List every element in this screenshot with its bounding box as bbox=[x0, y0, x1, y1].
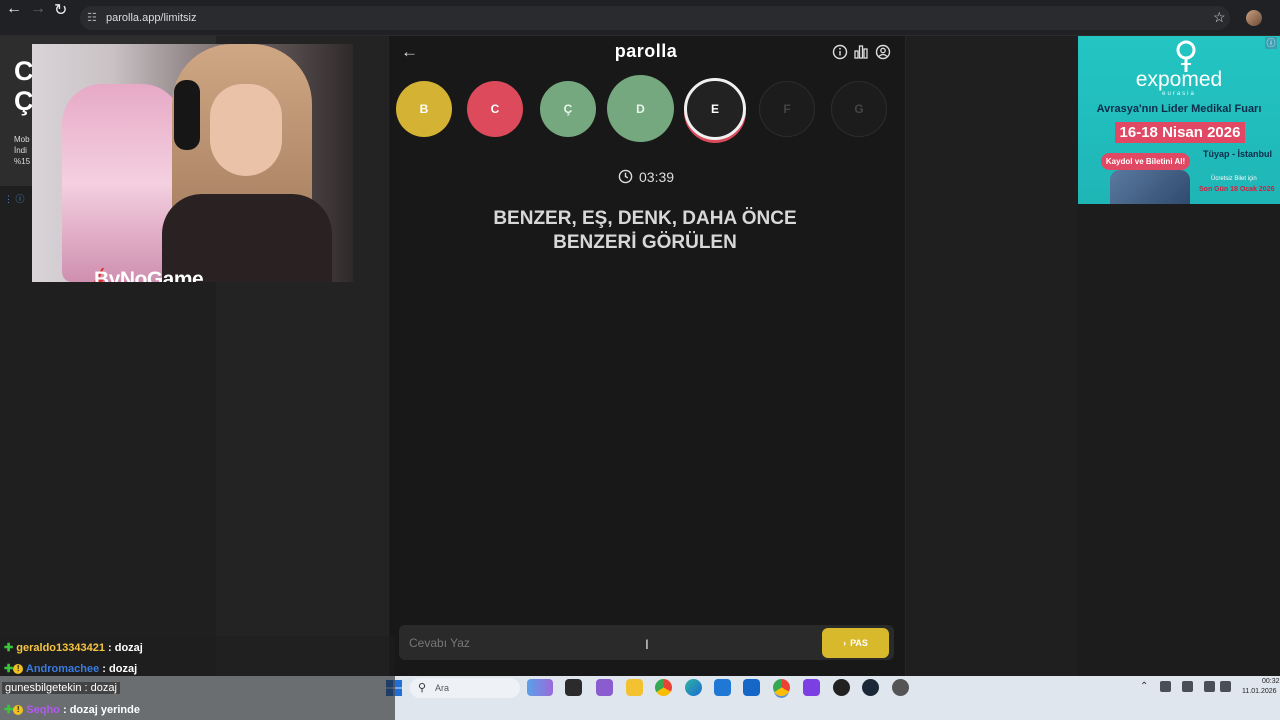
chat-message: ✚! Andromachee : dozaj bbox=[4, 663, 138, 675]
ad-machine-image bbox=[1110, 170, 1190, 204]
taskbar-search-box[interactable] bbox=[410, 678, 520, 698]
volume-icon[interactable] bbox=[1220, 681, 1231, 692]
profile-avatar[interactable] bbox=[1246, 10, 1262, 26]
ad-info-icon[interactable]: ⋮ ⓘ bbox=[4, 192, 25, 205]
chat-text: dozaj bbox=[114, 642, 143, 654]
store-icon[interactable] bbox=[714, 679, 731, 696]
terminal-icon[interactable] bbox=[565, 679, 582, 696]
photos-icon[interactable] bbox=[596, 679, 613, 696]
stats-icon[interactable] bbox=[853, 44, 869, 60]
chat-username: gunesbilgetekin bbox=[5, 682, 82, 694]
search-icon: ⚲ bbox=[418, 682, 427, 694]
left-card-title: CÇ bbox=[14, 56, 34, 116]
file-explorer-icon[interactable] bbox=[626, 679, 643, 696]
widgets-icon[interactable] bbox=[527, 679, 553, 696]
chrome-icon[interactable] bbox=[655, 679, 672, 696]
ad-free-ticket: Ücretsiz Bilet için bbox=[1211, 176, 1257, 182]
question-text: BENZER, EŞ, DENK, DAHA ÖNCE BENZERİ GÖRÜ… bbox=[493, 208, 797, 253]
chat-username: Andromachee bbox=[25, 663, 100, 675]
chevron-right-icon: › bbox=[843, 638, 847, 648]
ad-brand: expomed bbox=[1135, 68, 1223, 91]
letter-bubble-d: D bbox=[607, 75, 674, 142]
chat-text: dozaj bbox=[109, 663, 138, 675]
display-icon[interactable] bbox=[1204, 681, 1215, 692]
warning-badge-icon: ! bbox=[13, 705, 24, 715]
chat-username: geraldo13343421 bbox=[16, 642, 105, 654]
url-text: parolla.app/limitsiz bbox=[106, 12, 197, 24]
clock-icon bbox=[618, 169, 633, 184]
ad-choices-icon[interactable]: ⓘ bbox=[1265, 37, 1277, 49]
chat-message: ✚ geraldo13343421 : dozaj bbox=[4, 642, 143, 654]
outlook-icon[interactable] bbox=[743, 679, 760, 696]
reload-icon[interactable]: ↻ bbox=[54, 0, 67, 20]
ad-register-button[interactable]: Kaydol ve Biletini Al! bbox=[1101, 153, 1190, 170]
headphones bbox=[174, 80, 200, 150]
letter-bubble-cc: Ç bbox=[540, 81, 596, 137]
microphone-icon[interactable] bbox=[1182, 681, 1193, 692]
site-info-icon[interactable]: ☷ bbox=[87, 11, 97, 24]
sub-badge-icon: ✚ bbox=[4, 663, 14, 675]
pass-button[interactable]: › PAS bbox=[822, 628, 889, 658]
answer-input[interactable] bbox=[409, 634, 809, 652]
settings-gear-icon[interactable] bbox=[892, 679, 909, 696]
taskbar-time[interactable]: 00:32 bbox=[1262, 678, 1280, 685]
address-bar[interactable] bbox=[80, 6, 1230, 30]
edge-icon[interactable] bbox=[685, 679, 702, 696]
chat-message: gunesbilgetekin : dozaj bbox=[2, 682, 120, 694]
steam-icon[interactable] bbox=[862, 679, 879, 696]
sub-badge-icon: ✚ bbox=[4, 642, 14, 654]
ad-dates: 16-18 Nisan 2026 bbox=[1115, 122, 1245, 143]
chat-message: ✚! Seqho : dozaj yerinde bbox=[4, 704, 140, 716]
left-card-text: Mob İndi %15 bbox=[14, 135, 31, 166]
user-profile-icon[interactable] bbox=[875, 44, 891, 60]
pass-button-label: PAS bbox=[850, 638, 868, 648]
chat-text: dozaj bbox=[90, 682, 117, 694]
streamer-face bbox=[210, 84, 282, 176]
timer: 03:39 bbox=[639, 169, 675, 185]
back-icon[interactable]: ← bbox=[6, 0, 22, 18]
chat-text: dozaj yerinde bbox=[69, 704, 140, 716]
chrome-active-icon[interactable] bbox=[773, 679, 790, 696]
back-arrow-icon[interactable]: ← bbox=[401, 42, 418, 62]
bookmark-star-icon[interactable]: ☆ bbox=[1213, 9, 1226, 26]
letter-bubble-b: B bbox=[396, 81, 452, 137]
letter-bubble-g: G bbox=[831, 81, 887, 137]
webcam-brand: ByNoGame bbox=[94, 268, 204, 282]
info-icon[interactable] bbox=[832, 44, 848, 60]
taskbar-date[interactable]: 11.01.2026 bbox=[1242, 688, 1277, 695]
warning-badge-icon: ! bbox=[13, 664, 24, 674]
webcam-overlay: ByNoGame bbox=[32, 44, 353, 282]
tray-chevron-up-icon[interactable]: ⌃ bbox=[1140, 681, 1148, 692]
app-title: parolla bbox=[614, 41, 678, 61]
ad-brand-sub: eurasia bbox=[1162, 91, 1196, 97]
right-gutter bbox=[906, 36, 1078, 676]
letter-bubble-c: C bbox=[467, 81, 523, 137]
sub-badge-icon: ✚ bbox=[4, 704, 14, 716]
forward-icon[interactable]: → bbox=[30, 0, 46, 18]
text-cursor-icon: I bbox=[645, 636, 649, 652]
chat-username: Seqho bbox=[26, 704, 60, 716]
taskbar-search-placeholder: Ara bbox=[435, 683, 450, 693]
ad-venue: Tüyap - İstanbul bbox=[1203, 149, 1273, 159]
letter-bubble-f: F bbox=[759, 81, 815, 137]
letter-bubble-e-current: E bbox=[684, 78, 746, 140]
brave-app-icon[interactable] bbox=[803, 679, 820, 696]
ad-deadline: Son Gün 18 Ocak 2026 bbox=[1199, 186, 1275, 193]
network-off-icon[interactable] bbox=[1160, 681, 1171, 692]
obs-icon[interactable] bbox=[833, 679, 850, 696]
ad-tagline: Avrasya'nın Lider Medikal Fuarı bbox=[1096, 103, 1262, 115]
